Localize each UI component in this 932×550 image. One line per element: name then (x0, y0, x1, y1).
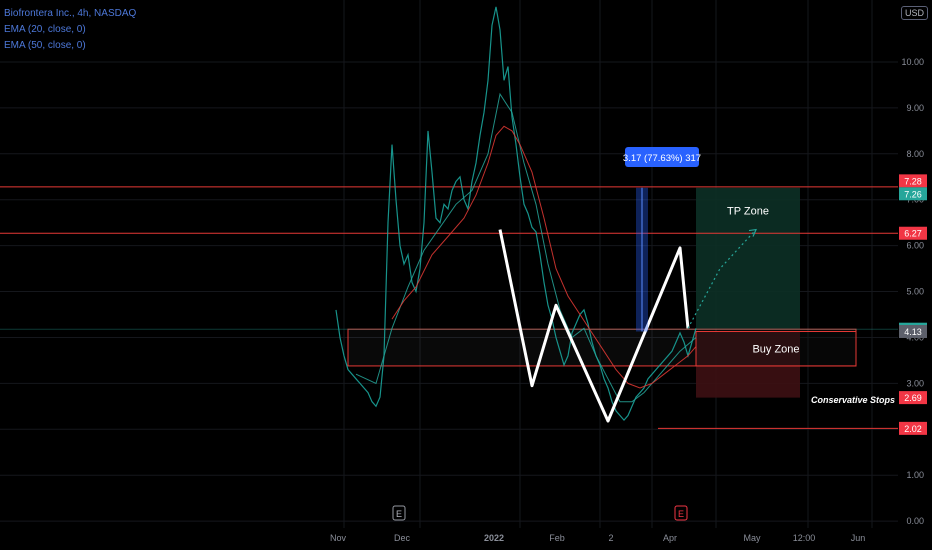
y-tick-label: 6.00 (906, 241, 924, 251)
earnings-marker-label: E (678, 509, 684, 519)
legend-ema20[interactable]: EMA (20, close, 0) (4, 22, 136, 38)
y-tick-label: 10.00 (901, 57, 924, 67)
y-tick-label: 5.00 (906, 287, 924, 297)
price-axis[interactable]: 0.001.002.003.004.005.006.007.008.009.00… (899, 57, 927, 526)
x-tick-label: 2 (608, 533, 613, 543)
chart-legend: Biofrontera Inc., 4h, NASDAQ EMA (20, cl… (4, 6, 136, 54)
price-badge-label: 7.28 (904, 176, 922, 186)
x-tick-label: 12:00 (793, 533, 816, 543)
w-pattern-line (498, 229, 690, 423)
legend-symbol[interactable]: Biofrontera Inc., 4h, NASDAQ (4, 6, 136, 22)
conservative-stops-label: Conservative Stops (811, 395, 895, 405)
x-tick-label: Jun (851, 533, 866, 543)
price-chart[interactable]: TP Zone Buy Zone 3.17 (77.63%) 317 Conserv… (0, 0, 932, 550)
price-badge-label: 7.26 (904, 189, 922, 199)
buy-zone-label: Buy Zone (752, 344, 799, 356)
event-markers: EE (392, 505, 688, 521)
currency-button[interactable]: USD (900, 6, 928, 20)
x-tick-label: Dec (394, 533, 411, 543)
y-tick-label: 9.00 (906, 103, 924, 113)
x-tick-label: Nov (330, 533, 347, 543)
y-tick-label: 8.00 (906, 149, 924, 159)
price-badge-label: 2.02 (904, 424, 922, 434)
x-tick-label: May (743, 533, 761, 543)
price-badge-label: 4.13 (904, 327, 922, 337)
measure-label: 3.17 (77.63%) 317 (623, 153, 701, 164)
legend-ema50[interactable]: EMA (50, close, 0) (4, 38, 136, 54)
x-tick-label: Apr (663, 533, 677, 543)
y-tick-label: 0.00 (906, 516, 924, 526)
y-tick-label: 1.00 (906, 470, 924, 480)
x-tick-label: Feb (549, 533, 565, 543)
earnings-marker-label: E (396, 509, 402, 519)
x-tick-label: 2022 (484, 533, 504, 543)
y-tick-label: 3.00 (906, 378, 924, 388)
price-badge-label: 2.69 (904, 393, 922, 403)
tp-zone-label: TP Zone (727, 206, 769, 218)
time-axis[interactable]: Nov Dec 2022 Feb 2 Apr May 12:00 Jun (330, 533, 865, 543)
price-badge-label: 6.27 (904, 229, 922, 239)
